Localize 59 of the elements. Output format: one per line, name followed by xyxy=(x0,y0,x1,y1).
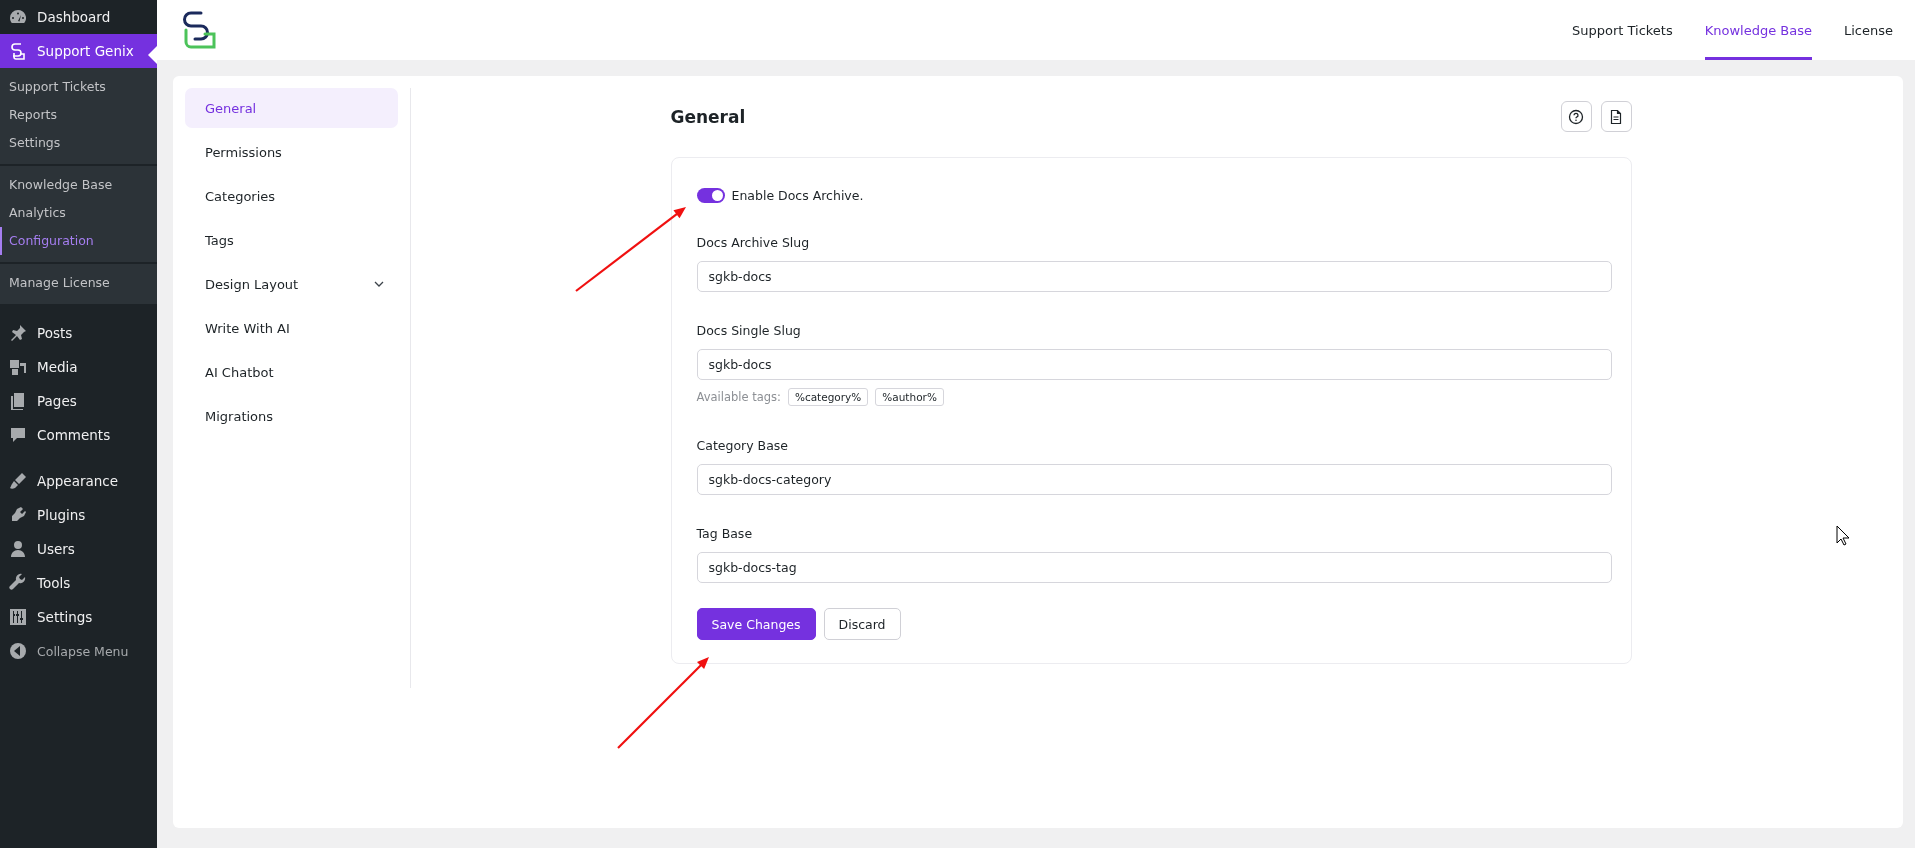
tag-chip[interactable]: %author% xyxy=(875,388,944,406)
header-tab[interactable]: Support Tickets xyxy=(1571,0,1673,60)
document-icon xyxy=(1608,108,1624,125)
chevron-down-icon xyxy=(374,281,384,287)
text-field[interactable]: sgkb-docs xyxy=(696,349,1612,380)
person-icon xyxy=(8,539,28,559)
menu-item[interactable]: Plugins xyxy=(0,498,157,532)
menu-item[interactable]: Posts xyxy=(0,316,157,350)
header-tab[interactable]: Knowledge Base xyxy=(1704,0,1812,60)
speech-bubble-icon xyxy=(8,425,28,445)
menu-item[interactable]: Tools xyxy=(0,566,157,600)
settings-nav-item[interactable]: Categories xyxy=(185,176,398,216)
brush-icon xyxy=(8,471,28,491)
text-field[interactable]: sgkb-docs xyxy=(696,261,1612,292)
menu-item[interactable]: Comments xyxy=(0,418,157,452)
field-label: Docs Single Slug xyxy=(696,323,802,339)
settings-nav-item[interactable]: Tags xyxy=(185,220,398,260)
header-tab[interactable]: License xyxy=(1844,0,1893,60)
toggle-switch[interactable] xyxy=(696,187,725,203)
tag-chip[interactable]: %category% xyxy=(787,388,869,406)
submenu-item[interactable]: Analytics xyxy=(0,199,157,227)
help-button[interactable] xyxy=(1560,101,1592,132)
question-circle-icon xyxy=(1568,108,1584,125)
settings-nav-item[interactable]: Migrations xyxy=(185,396,398,436)
submenu-item[interactable]: Manage License xyxy=(0,269,157,297)
section-title: General xyxy=(670,106,746,127)
available-tags-label: Available tags: xyxy=(696,390,781,404)
collapse-menu-button[interactable]: Collapse Menu xyxy=(0,634,157,668)
menu-item[interactable]: Appearance xyxy=(0,464,157,498)
submenu-item[interactable]: Knowledge Base xyxy=(0,171,157,199)
save-button[interactable]: Save Changes xyxy=(696,608,816,640)
cursor-icon xyxy=(1836,525,1850,546)
docs-button[interactable] xyxy=(1600,101,1632,132)
text-field[interactable]: sgkb-docs-category xyxy=(696,464,1612,495)
sliders-icon xyxy=(8,607,28,627)
submenu-item[interactable]: Settings xyxy=(0,129,157,157)
menu-item[interactable]: Dashboard xyxy=(0,0,157,34)
toggle-label: Enable Docs Archive. xyxy=(731,187,864,203)
settings-nav-item[interactable]: AI Chatbot xyxy=(185,352,398,392)
field-label: Category Base xyxy=(696,438,789,454)
settings-nav-item[interactable]: Design Layout xyxy=(185,264,398,304)
logo-icon xyxy=(8,41,28,61)
submenu-item[interactable]: Reports xyxy=(0,101,157,129)
menu-item[interactable]: Settings xyxy=(0,600,157,634)
media-icon xyxy=(8,357,28,377)
settings-nav-item[interactable]: Permissions xyxy=(185,132,398,172)
settings-nav-item[interactable]: Write With AI xyxy=(185,308,398,348)
menu-item[interactable]: Support Genix xyxy=(0,34,157,68)
text-field[interactable]: sgkb-docs-tag xyxy=(696,552,1612,583)
submenu-item[interactable]: Support Tickets xyxy=(0,73,157,101)
discard-button[interactable]: Discard xyxy=(823,608,901,640)
menu-item[interactable]: Users xyxy=(0,532,157,566)
submenu-item[interactable]: Configuration xyxy=(0,227,157,255)
field-label: Docs Archive Slug xyxy=(696,235,811,251)
menu-item[interactable]: Pages xyxy=(0,384,157,418)
menu-item[interactable]: Media xyxy=(0,350,157,384)
settings-nav-item[interactable]: General xyxy=(185,88,398,128)
wrench-icon xyxy=(8,573,28,593)
field-label: Tag Base xyxy=(696,526,754,542)
